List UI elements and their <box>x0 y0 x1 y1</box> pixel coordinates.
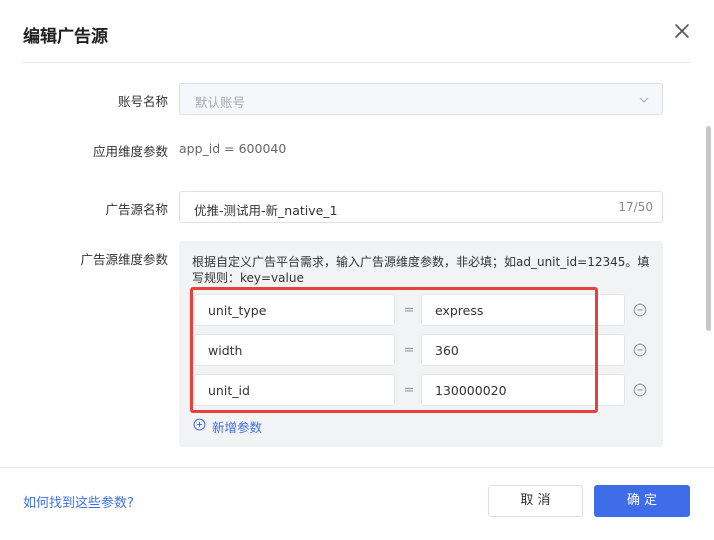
account-select: 默认账号 <box>179 83 663 115</box>
edit-ad-source-dialog: 编辑广告源 账号名称 默认账号 应用维度参数 app_id = 600040 广… <box>0 0 714 540</box>
chevron-down-icon <box>639 97 649 103</box>
scrollbar[interactable] <box>706 126 711 331</box>
app-param-value: app_id = 600040 <box>179 141 287 156</box>
source-name-value: 优推-测试用-新_native_1 <box>194 203 338 218</box>
highlight-box <box>190 287 598 413</box>
confirm-button[interactable]: 确 定 <box>594 485 690 517</box>
source-param-hint: 根据自定义广告平台需求，输入广告源维度参数，非必填；如ad_unit_id=12… <box>192 255 650 285</box>
account-select-value: 默认账号 <box>195 95 246 110</box>
dialog-title: 编辑广告源 <box>23 27 108 47</box>
char-counter: 17/50 <box>618 200 653 214</box>
header-divider <box>22 62 691 63</box>
app-param-label: 应用维度参数 <box>92 144 168 159</box>
source-name-label: 广告源名称 <box>105 202 168 217</box>
remove-circle-icon[interactable] <box>633 303 647 317</box>
remove-circle-icon[interactable] <box>633 383 647 397</box>
remove-circle-icon[interactable] <box>633 343 647 357</box>
footer-divider <box>0 467 714 468</box>
plus-circle-icon <box>193 418 206 431</box>
source-param-label: 广告源维度参数 <box>80 252 168 267</box>
add-param-label: 新增参数 <box>212 420 263 435</box>
close-icon[interactable] <box>672 21 692 41</box>
account-label: 账号名称 <box>117 94 168 109</box>
source-name-input[interactable]: 优推-测试用-新_native_1 17/50 <box>179 191 663 223</box>
help-link[interactable]: 如何找到这些参数? <box>23 492 134 511</box>
cancel-button[interactable]: 取 消 <box>488 485 583 517</box>
